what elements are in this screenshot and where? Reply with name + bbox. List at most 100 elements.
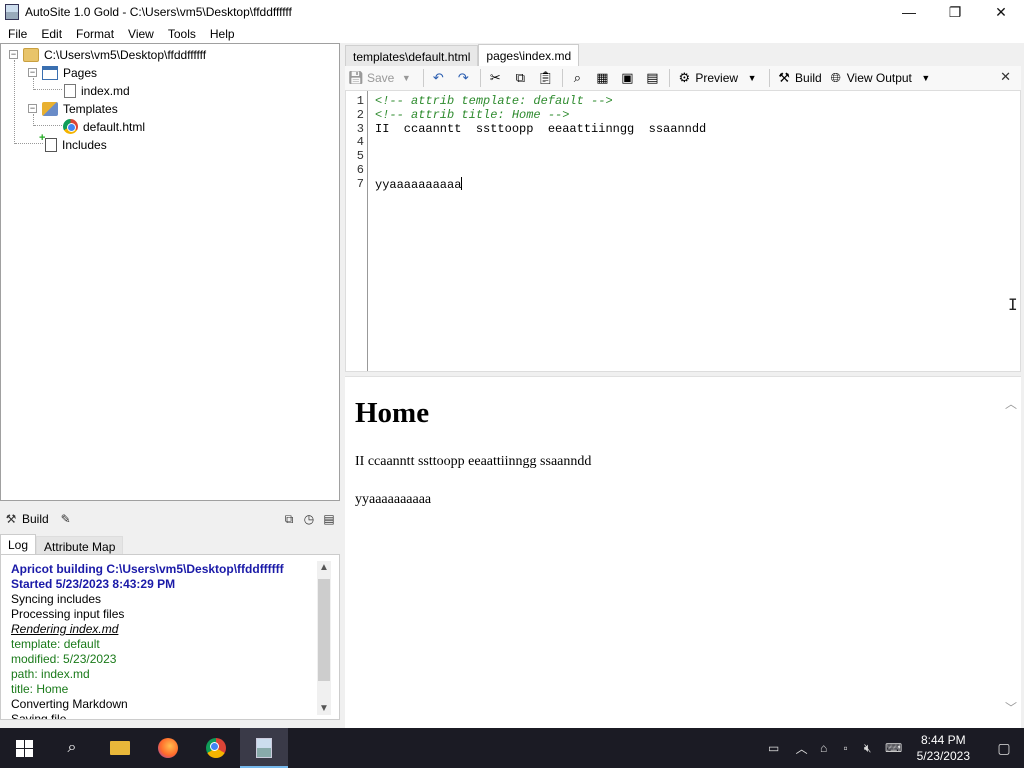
scroll-up-icon[interactable]: ▲ [317, 562, 331, 573]
preview-button[interactable]: ⚙ Preview ▼ [673, 67, 766, 89]
build-panel-button[interactable]: ⚒ Build ✎ [4, 512, 73, 526]
meet-now-icon[interactable]: ⌂ [813, 741, 835, 755]
project-tree: − C:\Users\vm5\Desktop\ffddffffff − Page… [0, 43, 340, 501]
folder-icon [23, 47, 39, 62]
tree-item-index-md[interactable]: index.md [64, 82, 130, 99]
firefox-button[interactable] [144, 728, 192, 768]
tree-label-default-html: default.html [83, 119, 146, 134]
browse-output-icon[interactable]: ⧉ [282, 512, 296, 526]
window-controls: — ❐ ✕ [886, 0, 1024, 24]
menu-edit[interactable]: Edit [34, 27, 69, 41]
log-line: Processing input files [11, 607, 125, 621]
code-editor[interactable]: 1234567 <!-- attrib template: default --… [345, 91, 1021, 372]
code-line: II ccaanntt ssttoopp eeaattiinngg ssaann… [375, 122, 706, 136]
paste-button[interactable]: 📋︎ [534, 67, 559, 89]
file-explorer-button[interactable] [96, 728, 144, 768]
tree-item-root[interactable]: − C:\Users\vm5\Desktop\ffddffffff [9, 46, 206, 63]
clock[interactable]: 8:44 PM 5/23/2023 [917, 732, 970, 764]
undo-button[interactable]: ↶ [427, 67, 452, 89]
open-folder-icon[interactable]: ▤ [322, 512, 336, 526]
scroll-down-icon[interactable]: ﹀ [1005, 699, 1017, 716]
chrome-button[interactable] [192, 728, 240, 768]
globe-icon: 🌐︎ [830, 70, 841, 85]
maximize-button[interactable]: ❐ [932, 0, 978, 24]
build-button[interactable]: ⚒ Build [773, 67, 825, 89]
tab-pages-index-md[interactable]: pages\index.md [478, 44, 580, 66]
title-bar: AutoSite 1.0 Gold - C:\Users\vm5\Desktop… [0, 0, 1024, 24]
tree-label-templates: Templates [63, 101, 118, 116]
autosite-button[interactable] [240, 728, 288, 768]
line-number: 3 [356, 121, 364, 136]
chevron-down-icon: ▼ [921, 73, 931, 83]
tab-attribute-map[interactable]: Attribute Map [36, 536, 124, 554]
line-number: 6 [356, 163, 364, 177]
start-button[interactable] [0, 728, 48, 768]
view-output-button[interactable]: 🌐︎ View Output ▼ [825, 67, 940, 89]
find-button[interactable]: ⌕ [566, 67, 591, 89]
build-panel-actions: ⧉ ◷ ▤ [282, 512, 336, 526]
menu-tools[interactable]: Tools [161, 27, 203, 41]
close-button[interactable]: ✕ [978, 0, 1024, 24]
redo-button[interactable]: ↷ [452, 67, 477, 89]
includes-icon [39, 132, 57, 152]
preview-paragraph: yyaaaaaaaaaa [355, 492, 432, 507]
network-icon[interactable]: ▫ [835, 741, 857, 755]
collapse-icon[interactable]: − [28, 104, 37, 113]
close-editor-icon[interactable]: ✕ [1000, 69, 1011, 85]
copy-button[interactable]: ⧉ [509, 67, 534, 89]
chevron-up-icon[interactable]: ︿ [791, 740, 813, 757]
clock-date: 5/23/2023 [916, 749, 970, 763]
system-tray: ▭ ︿ ⌂ ▫ 🔇︎ ⌨ 8:44 PM 5/23/2023 ▢ [757, 728, 1024, 768]
calculator-button[interactable]: ▤ [641, 67, 666, 89]
menu-file[interactable]: File [0, 27, 34, 41]
undo-icon: ↶ [432, 70, 444, 85]
tree-label-pages: Pages [63, 65, 98, 80]
table-button[interactable]: ▦ [591, 67, 616, 89]
tree-item-includes[interactable]: Includes [39, 132, 107, 153]
tree-item-default-html[interactable]: default.html [63, 118, 145, 135]
calculator-icon: ▤ [646, 70, 659, 85]
log-line: Converting Markdown [11, 697, 128, 711]
build-icon: ⚒ [5, 512, 17, 526]
save-icon: 💾︎ [347, 70, 365, 85]
menu-help[interactable]: Help [203, 27, 242, 41]
scroll-down-icon[interactable]: ▼ [317, 703, 331, 714]
scroll-up-icon[interactable]: ︿ [1005, 395, 1017, 412]
task-view-icon[interactable]: ▭ [757, 741, 791, 755]
code-line: <!-- attrib template: default --> [375, 94, 613, 108]
chevron-down-icon: ▼ [401, 73, 411, 83]
tree-item-templates[interactable]: − Templates [28, 100, 118, 117]
log-line: Syncing includes [11, 592, 102, 606]
log-scrollbar[interactable]: ▲ ▼ [317, 561, 331, 715]
menu-format[interactable]: Format [69, 27, 121, 41]
log-line: template: default [11, 637, 100, 651]
tree-item-pages[interactable]: − Pages [28, 64, 97, 81]
preview-heading: Home [355, 397, 430, 429]
collapse-icon[interactable]: − [9, 50, 18, 59]
tab-templates-default-html[interactable]: templates\default.html [345, 45, 479, 67]
tab-log[interactable]: Log [0, 534, 37, 554]
window-title: AutoSite 1.0 Gold - C:\Users\vm5\Desktop… [25, 5, 292, 19]
save-button[interactable]: 💾︎ Save ▼ [345, 67, 420, 89]
app-icon [5, 4, 19, 20]
menu-view[interactable]: View [121, 27, 161, 41]
search-button[interactable]: ⌕ [48, 728, 96, 768]
scrollbar-thumb[interactable] [318, 579, 330, 681]
notifications-icon[interactable]: ▢ [984, 740, 1024, 757]
firefox-icon [158, 738, 178, 758]
view-output-label: View Output [846, 71, 912, 85]
tree-label-root: C:\Users\vm5\Desktop\ffddffffff [44, 47, 207, 62]
minimize-button[interactable]: — [886, 0, 932, 24]
keyboard-icon[interactable]: ⌨ [879, 741, 909, 755]
collapse-icon[interactable]: − [28, 68, 37, 77]
redo-icon: ↷ [457, 70, 469, 85]
cut-button[interactable]: ✂ [484, 67, 509, 89]
log-line: title: Home [11, 682, 69, 696]
timer-icon[interactable]: ◷ [302, 512, 316, 526]
insert-image-button[interactable]: ▣ [616, 67, 641, 89]
pages-icon [42, 65, 58, 80]
volume-muted-icon[interactable]: 🔇︎ [857, 741, 879, 756]
search-icon: ⌕ [573, 70, 581, 85]
templates-icon [42, 101, 58, 116]
clean-icon[interactable]: ✎ [59, 512, 73, 526]
